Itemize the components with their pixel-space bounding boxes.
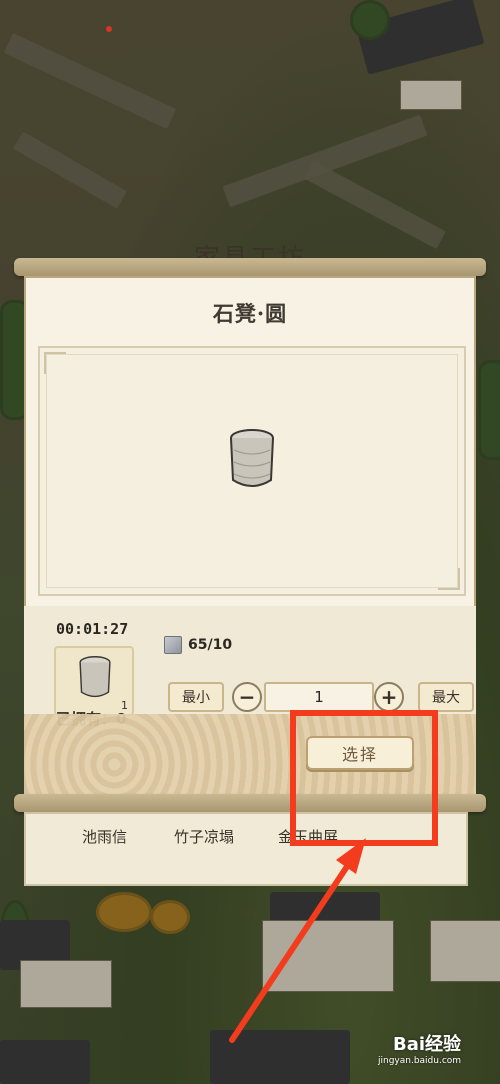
max-button[interactable]: 最大 xyxy=(418,682,474,712)
material-row: 65/10 xyxy=(164,636,232,654)
craft-timer: 00:01:27 xyxy=(56,620,129,638)
watermark-url: jingyan.baidu.com xyxy=(378,1056,462,1066)
red-dot xyxy=(106,26,112,32)
scroll-roll-top xyxy=(14,258,486,276)
watermark: Bai经验 jingyan.baidu.com xyxy=(378,1030,461,1066)
list-item[interactable]: 池雨信 xyxy=(82,826,127,847)
stone-material-icon xyxy=(164,636,182,654)
corner-ornament xyxy=(438,568,460,590)
quantity-input[interactable]: 1 xyxy=(264,682,374,712)
material-count: 65/10 xyxy=(188,637,233,653)
list-item[interactable]: 竹子凉塌 xyxy=(174,826,234,847)
craft-info-panel: 00:01:27 1 已拥有：0 65/10 最小 − 1 + 最大 xyxy=(24,606,476,728)
item-preview xyxy=(38,346,466,596)
watermark-logo: Bai经验 xyxy=(393,1034,462,1055)
item-thumbnail[interactable]: 1 xyxy=(54,646,134,716)
highlight-box xyxy=(290,710,438,846)
item-title: 石凳·圆 xyxy=(212,301,288,326)
increment-button[interactable]: + xyxy=(374,682,404,712)
stone-stool-icon xyxy=(79,656,111,698)
stone-stool-icon xyxy=(230,429,274,487)
decrement-button[interactable]: − xyxy=(232,682,262,712)
quantity-stepper: 最小 − 1 + 最大 xyxy=(168,682,474,712)
min-button[interactable]: 最小 xyxy=(168,682,224,712)
corner-ornament xyxy=(44,352,66,374)
